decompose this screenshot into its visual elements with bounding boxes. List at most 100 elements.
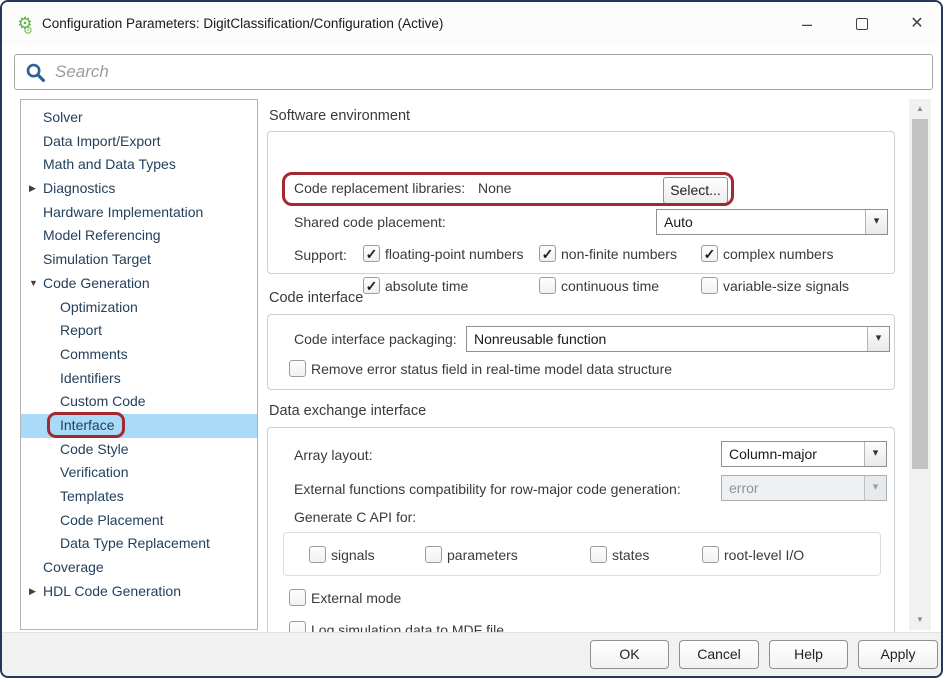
checkbox-label-log-mdf[interactable]: Log simulation data to MDF file <box>311 622 504 632</box>
section-title-software-environment: Software environment <box>269 108 410 124</box>
checkbox-label-signals[interactable]: signals <box>331 547 375 564</box>
checkbox-label-absolute-time[interactable]: absolute time <box>385 278 468 295</box>
scroll-down-icon[interactable]: ▼ <box>909 612 931 628</box>
checkbox-label-external-mode[interactable]: External mode <box>311 590 401 607</box>
sidebar-item-code-generation[interactable]: ▼Code Generation <box>21 272 257 296</box>
cancel-button[interactable]: Cancel <box>679 640 759 669</box>
sidebar-item-report[interactable]: Report <box>21 319 257 343</box>
checkbox-label-parameters[interactable]: parameters <box>447 547 518 564</box>
checkbox-floating-point-numbers[interactable]: ✓ <box>363 245 380 262</box>
search-input[interactable] <box>53 57 913 87</box>
apply-button[interactable]: Apply <box>858 640 938 669</box>
maximize-button[interactable] <box>848 12 876 36</box>
sidebar-item-label[interactable]: Coverage <box>43 556 104 580</box>
simulink-gears-icon: ⚙ ⚙ <box>14 13 36 35</box>
checkbox-variable-size-signals[interactable] <box>701 277 718 294</box>
sidebar-item-label[interactable]: Model Referencing <box>43 224 161 248</box>
checkbox-root-level-io[interactable] <box>702 546 719 563</box>
sidebar-item-math-and-data-types[interactable]: Math and Data Types <box>21 153 257 177</box>
checkbox-label-remove-error-status[interactable]: Remove error status field in real-time m… <box>311 361 672 378</box>
checkbox-signals[interactable] <box>309 546 326 563</box>
sidebar-item-label[interactable]: Verification <box>60 461 128 485</box>
shared-code-placement-dropdown[interactable]: Auto ▾ <box>656 209 888 235</box>
ok-button[interactable]: OK <box>590 640 669 669</box>
sidebar-item-label[interactable]: Code Placement <box>60 509 164 533</box>
checkbox-label-non-finite-numbers[interactable]: non-finite numbers <box>561 246 677 263</box>
checkbox-label-variable-size-signals[interactable]: variable-size signals <box>723 278 849 295</box>
code-interface-packaging-dropdown[interactable]: Nonreusable function ▾ <box>466 326 890 352</box>
checkbox-label-states[interactable]: states <box>612 547 649 564</box>
sidebar-item-model-referencing[interactable]: Model Referencing <box>21 224 257 248</box>
checkbox-label-root-level-io[interactable]: root-level I/O <box>724 547 804 564</box>
title-bar[interactable]: ⚙ ⚙ Configuration Parameters: DigitClass… <box>2 2 941 46</box>
sidebar-item-simulation-target[interactable]: Simulation Target <box>21 248 257 272</box>
sidebar-item-label[interactable]: Data Import/Export <box>43 130 161 154</box>
sidebar-item-label[interactable]: Interface <box>60 414 114 438</box>
sidebar-item-label[interactable]: Simulation Target <box>43 248 151 272</box>
sidebar-item-code-placement[interactable]: Code Placement <box>21 509 257 533</box>
search-box[interactable] <box>14 54 933 90</box>
help-button[interactable]: Help <box>769 640 848 669</box>
tree-collapsed-icon[interactable]: ▶ <box>29 177 43 201</box>
checkbox-non-finite-numbers[interactable]: ✓ <box>539 245 556 262</box>
scroll-up-icon[interactable]: ▲ <box>909 101 931 117</box>
sidebar-item-label[interactable]: HDL Code Generation <box>43 580 181 604</box>
sidebar-item-data-import-export[interactable]: Data Import/Export <box>21 130 257 154</box>
sidebar-item-coverage[interactable]: Coverage <box>21 556 257 580</box>
sidebar-item-custom-code[interactable]: Custom Code <box>21 390 257 414</box>
checkbox-label-continuous-time[interactable]: continuous time <box>561 278 659 295</box>
close-button[interactable]: ✕ <box>903 12 931 36</box>
scrollbar-thumb[interactable] <box>912 119 928 469</box>
sidebar-item-optimization[interactable]: Optimization <box>21 296 257 320</box>
sidebar-item-data-type-replacement[interactable]: Data Type Replacement <box>21 532 257 556</box>
minimize-icon: – <box>802 14 812 34</box>
sidebar-item-diagnostics[interactable]: ▶Diagnostics <box>21 177 257 201</box>
sidebar-item-interface[interactable]: Interface <box>21 414 257 438</box>
sidebar-item-label[interactable]: Optimization <box>60 296 138 320</box>
row-major-compat-label: External functions compatibility for row… <box>294 481 681 497</box>
sidebar-item-label[interactable]: Math and Data Types <box>43 153 176 177</box>
sidebar-item-label[interactable]: Diagnostics <box>43 177 115 201</box>
sidebar-item-verification[interactable]: Verification <box>21 461 257 485</box>
checkbox-states[interactable] <box>590 546 607 563</box>
checkbox-label-complex-numbers[interactable]: complex numbers <box>723 246 834 263</box>
row-major-compat-dropdown: error ▾ <box>721 475 887 501</box>
checkbox-parameters[interactable] <box>425 546 442 563</box>
checkbox-label-floating-point-numbers[interactable]: floating-point numbers <box>385 246 524 263</box>
sidebar-item-solver[interactable]: Solver <box>21 106 257 130</box>
tree-expanded-icon[interactable]: ▼ <box>29 272 43 296</box>
sidebar-item-templates[interactable]: Templates <box>21 485 257 509</box>
minimize-button[interactable]: – <box>793 12 821 36</box>
dropdown-value: Auto <box>664 210 863 234</box>
vertical-scrollbar[interactable]: ▲ ▼ <box>909 99 931 630</box>
select-button[interactable]: Select... <box>663 177 728 204</box>
tree-collapsed-icon[interactable]: ▶ <box>29 580 43 604</box>
checkbox-external-mode[interactable] <box>289 589 306 606</box>
configuration-parameters-dialog: ⚙ ⚙ Configuration Parameters: DigitClass… <box>0 0 943 678</box>
checkbox-complex-numbers[interactable]: ✓ <box>701 245 718 262</box>
sidebar-item-label[interactable]: Custom Code <box>60 390 146 414</box>
array-layout-dropdown[interactable]: Column-major ▾ <box>721 441 887 467</box>
sidebar-item-label[interactable]: Identifiers <box>60 367 121 391</box>
sidebar-item-label[interactable]: Solver <box>43 106 83 130</box>
sidebar-item-label[interactable]: Comments <box>60 343 128 367</box>
sidebar-item-hdl-code-generation[interactable]: ▶HDL Code Generation <box>21 580 257 604</box>
sidebar-item-label[interactable]: Hardware Implementation <box>43 201 203 225</box>
sidebar-item-label[interactable]: Report <box>60 319 102 343</box>
checkbox-remove-error-status[interactable] <box>289 360 306 377</box>
checkbox-continuous-time[interactable] <box>539 277 556 294</box>
code-interface-packaging-label: Code interface packaging: <box>294 331 457 347</box>
sidebar-item-comments[interactable]: Comments <box>21 343 257 367</box>
sidebar-item-label[interactable]: Templates <box>60 485 124 509</box>
sidebar-item-identifiers[interactable]: Identifiers <box>21 367 257 391</box>
checkbox-absolute-time[interactable]: ✓ <box>363 277 380 294</box>
checkbox-log-mdf[interactable] <box>289 621 306 632</box>
sidebar-item-label[interactable]: Data Type Replacement <box>60 532 210 556</box>
sidebar-item-code-style[interactable]: Code Style <box>21 438 257 462</box>
sidebar-item-label[interactable]: Code Style <box>60 438 128 462</box>
sidebar-item-label[interactable]: Code Generation <box>43 272 150 296</box>
chevron-down-icon[interactable]: ▾ <box>864 442 886 466</box>
chevron-down-icon[interactable]: ▾ <box>867 327 889 351</box>
sidebar-item-hardware-implementation[interactable]: Hardware Implementation <box>21 201 257 225</box>
chevron-down-icon[interactable]: ▾ <box>865 210 887 234</box>
